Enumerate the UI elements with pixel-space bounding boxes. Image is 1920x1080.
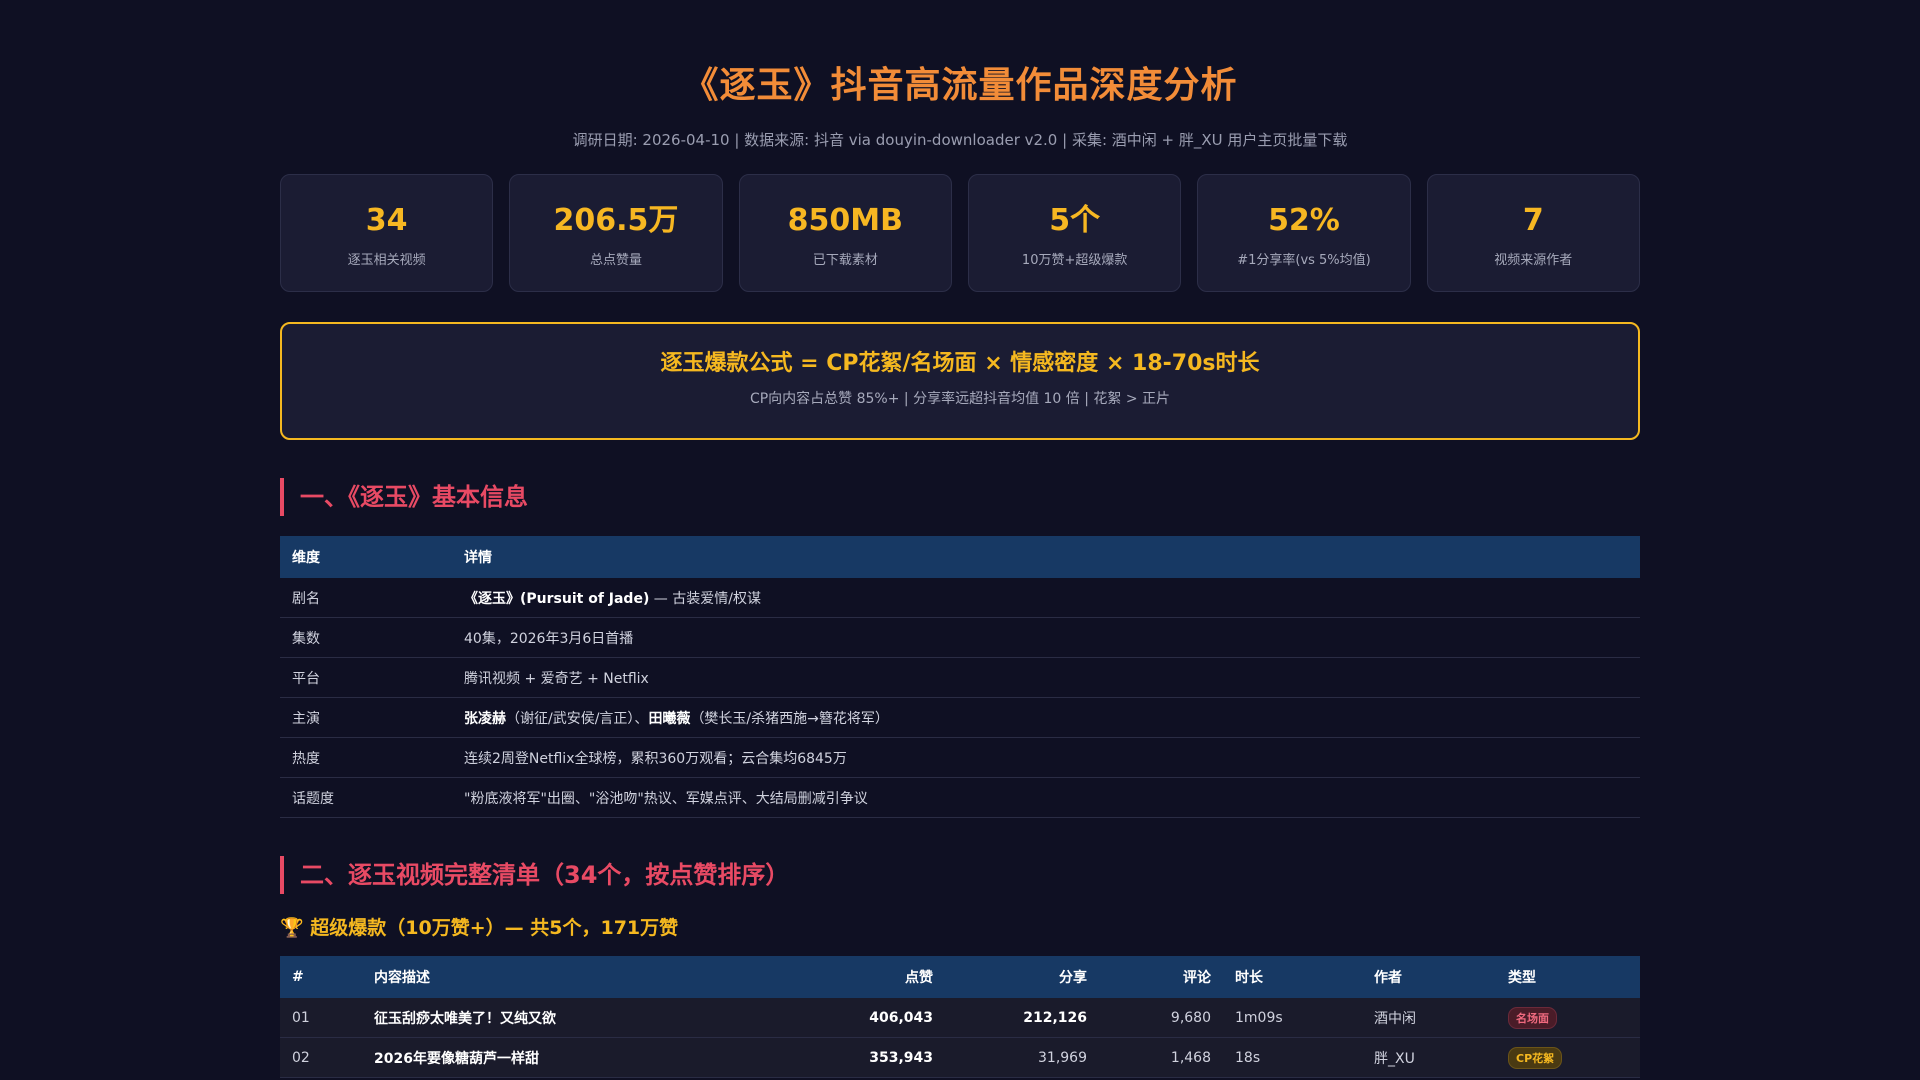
table-row: 集数 40集，2026年3月6日首播 bbox=[280, 617, 1640, 658]
row-detail: 40集，2026年3月6日首播 bbox=[452, 617, 1640, 658]
column-header: 作者 bbox=[1362, 956, 1496, 998]
stat-label: 总点赞量 bbox=[589, 253, 642, 268]
row-dimension: 集数 bbox=[280, 617, 452, 658]
table-row: 主演 张凌赫（谢征/武安侯/言正）、田曦薇（樊长玉/杀猪西施→簪花将军） bbox=[280, 697, 1640, 738]
row-detail: 连续2周登Netflix全球榜，累积360万观看；云合集均6845万 bbox=[452, 737, 1640, 778]
formula-subtitle: CP向内容占总赞 85%+ | 分享率远超抖音均值 10 倍 | 花絮 > 正片 bbox=[749, 391, 1171, 407]
section-heading-basic-info: 一、《逐玉》基本信息 bbox=[280, 478, 1640, 516]
column-header: 维度 bbox=[280, 536, 452, 578]
row-dimension: 主演 bbox=[280, 697, 452, 738]
column-header: 分享 bbox=[945, 956, 1099, 998]
column-header: 类型 bbox=[1496, 956, 1640, 998]
subheading-super-hits: 🏆 超级爆款（10万赞+）— 共5个，171万赞 bbox=[280, 917, 679, 939]
row-likes: 353,943 bbox=[801, 1037, 945, 1078]
column-header: 详情 bbox=[452, 536, 1640, 578]
row-description: 征玉刮痧太唯美了！又纯又欲 bbox=[362, 998, 801, 1038]
row-likes: 406,043 bbox=[801, 998, 945, 1038]
row-dimension: 剧名 bbox=[280, 578, 452, 618]
row-detail: 张凌赫（谢征/武安侯/言正）、田曦薇（樊长玉/杀猪西施→簪花将军） bbox=[452, 697, 1640, 738]
basic-info-table: 维度 详情 剧名 《逐玉》(Pursuit of Jade) — 古装爱情/权谋… bbox=[280, 536, 1640, 818]
table-header-row: 维度 详情 bbox=[280, 536, 1640, 578]
detail-bold: 《逐玉》(Pursuit of Jade) bbox=[464, 590, 650, 607]
stat-value: 850MB bbox=[787, 203, 903, 238]
report-page: 《逐玉》抖音高流量作品深度分析 调研日期: 2026-04-10 | 数据来源:… bbox=[280, 0, 1640, 1078]
detail-bold: 田曦薇 bbox=[648, 710, 691, 727]
detail-text: （谢征/武安侯/言正）、 bbox=[506, 710, 649, 727]
stat-card-likes: 206.5万 总点赞量 bbox=[509, 174, 723, 292]
stat-card-videos: 34 逐玉相关视频 bbox=[280, 174, 494, 292]
stat-card-share-rate: 52% #1分享率(vs 5%均值) bbox=[1197, 174, 1411, 292]
detail-bold: 张凌赫 bbox=[464, 710, 506, 727]
type-badge: CP花絮 bbox=[1508, 1046, 1563, 1069]
stats-row: 34 逐玉相关视频 206.5万 总点赞量 850MB 已下载素材 5个 10万… bbox=[280, 174, 1640, 292]
stat-value: 7 bbox=[1522, 203, 1544, 238]
stat-label: 10万赞+超级爆款 bbox=[1021, 253, 1128, 268]
row-detail: "粉底液将军"出圈、"浴池吻"热议、军媒点评、大结局删减引争议 bbox=[452, 777, 1640, 818]
stat-card-authors: 7 视频来源作者 bbox=[1426, 174, 1640, 292]
formula-title: 逐玉爆款公式 = CP花絮/名场面 × 情感密度 × 18-70s时长 bbox=[660, 351, 1260, 376]
stat-label: 视频来源作者 bbox=[1494, 253, 1573, 268]
stat-label: #1分享率(vs 5%均值) bbox=[1237, 253, 1371, 268]
row-author: 胖_XU bbox=[1362, 1037, 1496, 1078]
row-duration: 18s bbox=[1223, 1037, 1362, 1078]
detail-text: — 古装爱情/权谋 bbox=[649, 590, 761, 607]
row-dimension: 热度 bbox=[280, 737, 452, 778]
page-title: 《逐玉》抖音高流量作品深度分析 bbox=[682, 65, 1238, 106]
row-shares: 212,126 bbox=[945, 998, 1099, 1038]
column-header: 内容描述 bbox=[362, 956, 801, 998]
stat-value: 5个 bbox=[1049, 203, 1101, 238]
video-list-table: # 内容描述 点赞 分享 评论 时长 作者 类型 01 征玉刮痧太唯美了！又纯又… bbox=[280, 956, 1640, 1078]
table-row: 02 2026年要像糖葫芦一样甜 353,943 31,969 1,468 18… bbox=[280, 1037, 1640, 1078]
row-duration: 1m09s bbox=[1223, 998, 1362, 1038]
row-detail: 《逐玉》(Pursuit of Jade) — 古装爱情/权谋 bbox=[452, 578, 1640, 618]
row-type: CP花絮 bbox=[1496, 1037, 1640, 1078]
table-row: 平台 腾讯视频 + 爱奇艺 + Netflix bbox=[280, 657, 1640, 698]
row-comments: 1,468 bbox=[1099, 1037, 1223, 1078]
row-dimension: 话题度 bbox=[280, 777, 452, 818]
row-description: 2026年要像糖葫芦一样甜 bbox=[362, 1037, 801, 1078]
column-header: # bbox=[280, 956, 362, 998]
table-header-row: # 内容描述 点赞 分享 评论 时长 作者 类型 bbox=[280, 956, 1640, 998]
column-header: 点赞 bbox=[801, 956, 945, 998]
stat-value: 52% bbox=[1268, 203, 1340, 238]
stat-label: 已下载素材 bbox=[812, 253, 878, 268]
row-detail: 腾讯视频 + 爱奇艺 + Netflix bbox=[452, 657, 1640, 698]
formula-callout: 逐玉爆款公式 = CP花絮/名场面 × 情感密度 × 18-70s时长 CP向内… bbox=[280, 322, 1640, 440]
table-row: 01 征玉刮痧太唯美了！又纯又欲 406,043 212,126 9,680 1… bbox=[280, 998, 1640, 1038]
section-heading-video-list: 二、逐玉视频完整清单（34个，按点赞排序） bbox=[280, 856, 1640, 894]
table-row: 剧名 《逐玉》(Pursuit of Jade) — 古装爱情/权谋 bbox=[280, 578, 1640, 618]
row-index: 01 bbox=[280, 998, 362, 1038]
row-index: 02 bbox=[280, 1037, 362, 1078]
row-author: 酒中闲 bbox=[1362, 998, 1496, 1038]
stat-card-hits: 5个 10万赞+超级爆款 bbox=[967, 174, 1182, 292]
page-subtitle: 调研日期: 2026-04-10 | 数据来源: 抖音 via douyin-d… bbox=[572, 131, 1348, 149]
table-row: 话题度 "粉底液将军"出圈、"浴池吻"热议、军媒点评、大结局删减引争议 bbox=[280, 777, 1640, 818]
column-header: 时长 bbox=[1223, 956, 1362, 998]
row-shares: 31,969 bbox=[945, 1037, 1099, 1078]
stat-label: 逐玉相关视频 bbox=[347, 253, 426, 268]
row-comments: 9,680 bbox=[1099, 998, 1223, 1038]
stat-card-downloaded: 850MB 已下载素材 bbox=[738, 174, 952, 292]
table-row: 热度 连续2周登Netflix全球榜，累积360万观看；云合集均6845万 bbox=[280, 737, 1640, 778]
detail-text: （樊长玉/杀猪西施→簪花将军） bbox=[690, 710, 889, 727]
stat-value: 34 bbox=[365, 203, 408, 238]
stat-value: 206.5万 bbox=[553, 203, 679, 238]
row-type: 名场面 bbox=[1496, 998, 1640, 1038]
row-dimension: 平台 bbox=[280, 657, 452, 698]
column-header: 评论 bbox=[1099, 956, 1223, 998]
type-badge: 名场面 bbox=[1508, 1006, 1557, 1029]
